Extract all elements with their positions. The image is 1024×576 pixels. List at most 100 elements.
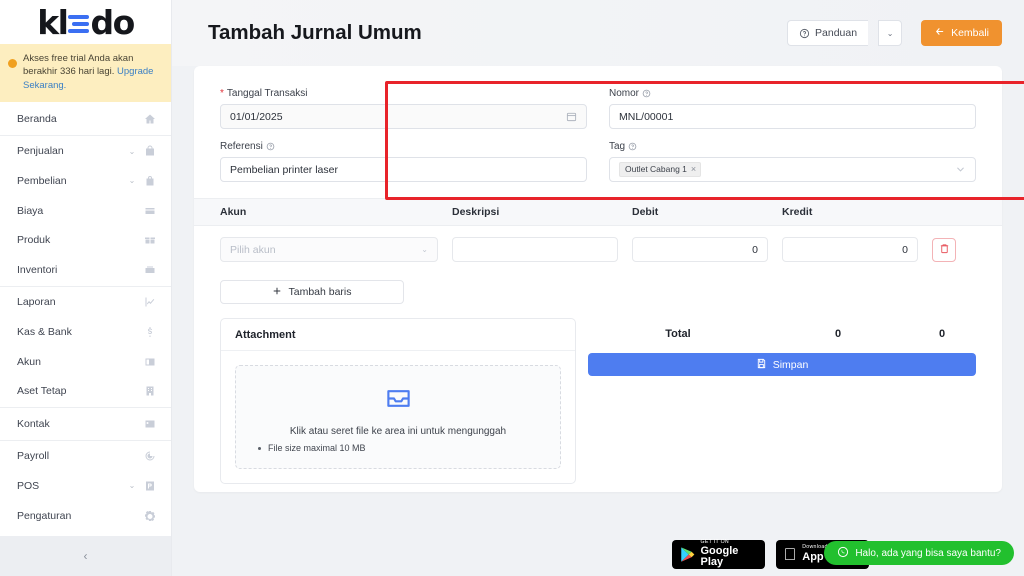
sidebar-item-label: Inventori <box>17 263 58 276</box>
referensi-label: Referensi <box>220 141 263 152</box>
google-play-text: GET IT ON Google Play <box>701 539 757 569</box>
sidebar-item-label: Payroll <box>17 450 50 463</box>
referensi-input[interactable]: Pembelian printer laser <box>220 157 587 182</box>
sidebar-item-aset-tetap[interactable]: Aset Tetap <box>0 376 171 406</box>
sidebar-item-pembelian[interactable]: Pembelian ⌄ <box>0 166 171 196</box>
pos-icon <box>143 479 157 493</box>
referensi-value: Pembelian printer laser <box>230 163 338 176</box>
sidebar-item-kas-bank[interactable]: Kas & Bank <box>0 317 171 347</box>
sidebar-item-pos[interactable]: POS ⌄ <box>0 471 171 501</box>
sales-bag-icon <box>143 144 157 158</box>
sidebar-item-produk[interactable]: Produk <box>0 225 171 255</box>
box-icon <box>143 233 157 247</box>
referensi-label-row: Referensi <box>220 141 587 152</box>
totals-panel: Total 0 0 Simpan <box>588 318 976 376</box>
contact-card-icon <box>143 417 157 431</box>
plus-icon <box>272 286 282 299</box>
google-play-badge[interactable]: GET IT ON Google Play <box>671 539 765 569</box>
report-chart-icon <box>143 295 157 309</box>
deskripsi-input[interactable] <box>452 237 618 262</box>
simpan-button[interactable]: Simpan <box>588 353 976 376</box>
chat-label: Halo, ada yang bisa saya bantu? <box>855 547 1001 559</box>
nav-group: Payroll POS ⌄ Pengaturan FAQ <box>0 439 171 537</box>
chevron-down-icon: ⌄ <box>886 28 894 38</box>
sidebar-item-biaya[interactable]: Biaya <box>0 196 171 226</box>
nav-group: Beranda <box>0 104 171 134</box>
tanggal-transaksi-input[interactable]: 01/01/2025 <box>220 104 587 129</box>
whatsapp-icon <box>837 546 849 561</box>
kredit-value: 0 <box>902 243 908 256</box>
page-title: Tambah Jurnal Umum <box>208 21 422 44</box>
dropzone-text: Klik atau seret file ke area ini untuk m… <box>289 426 507 437</box>
sidebar-item-inventori[interactable]: Inventori <box>0 255 171 285</box>
row-cell-actions <box>932 237 976 262</box>
kredit-input[interactable]: 0 <box>782 237 918 262</box>
simpan-label: Simpan <box>772 358 809 371</box>
column-header-akun: Akun <box>220 206 247 218</box>
sidebar-item-pengaturan[interactable]: Pengaturan <box>0 501 171 531</box>
tag-label: Tag <box>609 141 626 152</box>
add-row-label: Tambah baris <box>288 286 352 298</box>
sidebar-collapse-button[interactable]: ‹ <box>0 536 171 576</box>
tag-chip-label: Outlet Cabang 1 <box>625 164 687 175</box>
debit-input[interactable]: 0 <box>632 237 768 262</box>
chat-support-button[interactable]: Halo, ada yang bisa saya bantu? <box>824 541 1014 565</box>
row-cell-akun: Pilih akun ⌄ <box>220 237 452 262</box>
debit-value: 0 <box>752 243 758 256</box>
nomor-label-row: Nomor <box>609 88 976 99</box>
calendar-icon[interactable] <box>566 111 577 122</box>
nav-group: Laporan Kas & Bank Akun Aset Tetap <box>0 285 171 406</box>
akun-select[interactable]: Pilih akun ⌄ <box>220 237 438 262</box>
add-row-button[interactable]: Tambah baris <box>220 280 404 304</box>
file-dropzone[interactable]: Klik atau seret file ke area ini untuk m… <box>235 365 561 469</box>
sidebar-item-payroll[interactable]: Payroll <box>0 442 171 472</box>
sidebar-item-kontak[interactable]: Kontak <box>0 409 171 439</box>
sidebar-item-label: Pembelian <box>17 174 67 187</box>
column-header-debit: Debit <box>632 206 659 218</box>
brand-logo[interactable]: kl do <box>0 0 171 44</box>
dollar-icon <box>143 325 157 339</box>
nav-group: Penjualan ⌄ Pembelian ⌄ Biaya Produk Inv… <box>0 134 171 285</box>
help-circle-icon[interactable] <box>266 142 275 151</box>
dropzone-hint: File size maximal 10 MB <box>268 443 366 453</box>
warning-dot-icon <box>8 58 17 68</box>
gear-icon <box>143 509 157 523</box>
trash-icon <box>939 241 950 259</box>
tanggal-label: Tanggal Transaksi <box>226 88 308 99</box>
google-play-icon <box>680 546 695 563</box>
panduan-dropdown-button[interactable]: ⌄ <box>878 20 903 46</box>
help-circle-icon[interactable] <box>628 142 637 151</box>
panduan-label: Panduan <box>815 27 858 39</box>
required-mark: * <box>220 87 224 99</box>
table-row: Pilih akun ⌄ 0 0 <box>194 226 1002 262</box>
sidebar-item-beranda[interactable]: Beranda <box>0 104 171 134</box>
kembali-button[interactable]: Kembali <box>921 20 1002 46</box>
chevron-left-icon: ‹ <box>83 549 88 564</box>
sidebar-item-label: Akun <box>17 355 41 368</box>
chevron-down-icon: ⌄ <box>128 481 136 491</box>
tanggal-label-row: * Tanggal Transaksi <box>220 88 587 99</box>
sidebar-item-laporan[interactable]: Laporan <box>0 288 171 318</box>
row-cell-kredit: 0 <box>782 237 932 262</box>
sidebar-item-label: Produk <box>17 234 51 247</box>
sidebar-item-label: Laporan <box>17 296 56 309</box>
delete-row-button[interactable] <box>932 237 956 262</box>
sidebar-item-akun[interactable]: Akun <box>0 347 171 377</box>
save-icon <box>756 358 767 372</box>
form-section: * Tanggal Transaksi 01/01/2025 Referensi <box>194 66 1002 188</box>
help-circle-icon[interactable] <box>642 89 651 98</box>
sidebar-item-label: Pengaturan <box>17 509 72 522</box>
sidebar-item-label: Beranda <box>17 112 57 125</box>
payroll-icon <box>143 449 157 463</box>
field-referensi: Referensi Pembelian printer laser <box>220 141 587 182</box>
akun-placeholder: Pilih akun <box>230 243 276 256</box>
chevron-down-icon[interactable] <box>955 164 966 175</box>
close-icon[interactable]: × <box>691 164 696 174</box>
sidebar-nav: Beranda Penjualan ⌄ Pembelian ⌄ Biaya Pr… <box>0 102 171 536</box>
sidebar-item-label: Biaya <box>17 204 44 217</box>
tag-select[interactable]: Outlet Cabang 1 × <box>609 157 976 182</box>
form-column-right: Nomor MNL/00001 Tag Outlet Cabang 1 × <box>609 88 976 182</box>
panduan-button[interactable]: Panduan <box>787 20 869 46</box>
nomor-input[interactable]: MNL/00001 <box>609 104 976 129</box>
sidebar-item-penjualan[interactable]: Penjualan ⌄ <box>0 137 171 167</box>
